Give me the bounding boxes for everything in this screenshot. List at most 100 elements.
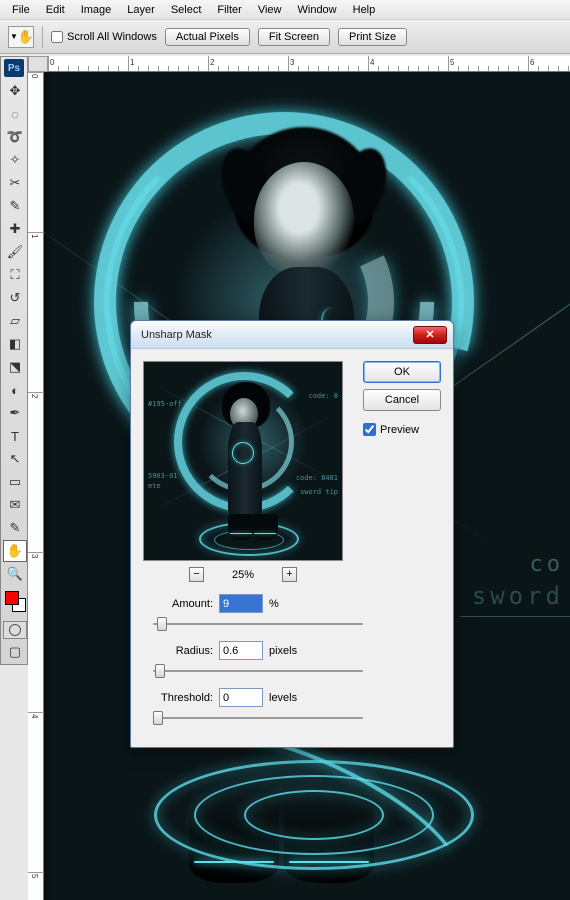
ok-button[interactable]: OK	[363, 361, 441, 383]
figure-boot	[228, 514, 254, 540]
filter-controls: Amount: % Radius: pixels Threshold: lev	[143, 594, 353, 727]
history-brush-tool[interactable]: ↺	[3, 287, 27, 309]
lasso-tool[interactable]: ➰	[3, 126, 27, 148]
threshold-input[interactable]	[219, 688, 263, 707]
menu-view[interactable]: View	[250, 2, 290, 18]
ruler-vertical[interactable]: 012345	[28, 72, 44, 900]
eyedropper2-tool[interactable]: ✎	[3, 517, 27, 539]
menu-filter[interactable]: Filter	[209, 2, 249, 18]
figure-body	[228, 422, 262, 517]
actual-pixels-button[interactable]: Actual Pixels	[165, 28, 250, 46]
chevron-down-icon: ▼	[10, 32, 18, 41]
amount-input[interactable]	[219, 594, 263, 613]
figure-head	[254, 162, 354, 277]
foreground-color-swatch[interactable]	[5, 591, 19, 605]
fit-screen-button[interactable]: Fit Screen	[258, 28, 330, 46]
dialog-buttons: OK Cancel Preview	[363, 361, 441, 436]
screen-mode-button[interactable]: ▢	[3, 641, 27, 663]
canvas-text-sword: sword	[472, 582, 564, 610]
menu-help[interactable]: Help	[345, 2, 384, 18]
callout-label: #195-off	[148, 400, 182, 408]
clone-stamp-tool[interactable]: ⛶	[3, 264, 27, 286]
amount-unit: %	[269, 598, 279, 610]
pen-tool[interactable]: ✒	[3, 402, 27, 424]
zoom-tool[interactable]: 🔍	[3, 563, 27, 585]
amount-label: Amount:	[143, 598, 219, 610]
dialog-titlebar[interactable]: Unsharp Mask ✕	[131, 321, 453, 349]
close-button[interactable]: ✕	[413, 326, 447, 344]
ps-logo-icon[interactable]: Ps	[4, 59, 24, 77]
print-size-button[interactable]: Print Size	[338, 28, 407, 46]
menu-edit[interactable]: Edit	[38, 2, 73, 18]
quick-mask-toggle[interactable]	[3, 621, 27, 639]
scroll-all-windows-checkbox[interactable]: Scroll All Windows	[51, 31, 157, 43]
platform-rings	[154, 760, 474, 870]
zoom-level: 25%	[226, 569, 260, 581]
crop-tool[interactable]: ✂	[3, 172, 27, 194]
healing-brush-tool[interactable]: ✚	[3, 218, 27, 240]
preview-checkbox-input[interactable]	[363, 423, 376, 436]
canvas-text-underline	[460, 616, 570, 617]
hand-tool-icon[interactable]: ▼	[8, 26, 34, 48]
close-icon: ✕	[425, 328, 434, 341]
threshold-row: Threshold: levels	[143, 688, 353, 707]
zoom-controls: − 25% +	[143, 567, 343, 582]
menu-image[interactable]: Image	[73, 2, 120, 18]
divider	[42, 26, 43, 48]
gradient-tool[interactable]: ◧	[3, 333, 27, 355]
threshold-slider[interactable]	[153, 709, 363, 727]
amount-row: Amount: %	[143, 594, 353, 613]
preview-thumbnail[interactable]: #195-off 5903-01 ete code: 8 code: 8481 …	[143, 361, 343, 561]
brush-tool[interactable]: 🖌	[3, 241, 27, 263]
dialog-body: #195-off 5903-01 ete code: 8 code: 8481 …	[131, 349, 453, 747]
color-swatches[interactable]	[3, 589, 25, 617]
radius-row: Radius: pixels	[143, 641, 353, 660]
slider-thumb[interactable]	[155, 664, 165, 678]
path-select-tool[interactable]: ↖	[3, 448, 27, 470]
cancel-button[interactable]: Cancel	[363, 389, 441, 411]
eraser-tool[interactable]: ▱	[3, 310, 27, 332]
menu-bar: File Edit Image Layer Select Filter View…	[0, 0, 570, 20]
zoom-out-button[interactable]: −	[189, 567, 204, 582]
hand-tool[interactable]: ✋	[3, 540, 27, 562]
threshold-unit: levels	[269, 692, 297, 704]
blur-tool[interactable]: ⬔	[3, 356, 27, 378]
eyedropper-tool[interactable]: ✎	[3, 195, 27, 217]
ruler-origin[interactable]	[28, 56, 48, 72]
menu-layer[interactable]: Layer	[119, 2, 163, 18]
move-tool[interactable]: ✥	[3, 80, 27, 102]
callout-label: code: 8481	[296, 474, 338, 482]
scroll-all-label: Scroll All Windows	[67, 31, 157, 43]
notes-tool[interactable]: ✉	[3, 494, 27, 516]
zoom-in-button[interactable]: +	[282, 567, 297, 582]
type-tool[interactable]: T	[3, 425, 27, 447]
slider-track	[153, 670, 363, 672]
dodge-tool[interactable]: ◐	[3, 379, 27, 401]
slider-thumb[interactable]	[157, 617, 167, 631]
options-bar: ▼ Scroll All Windows Actual Pixels Fit S…	[0, 20, 570, 54]
callout-label: sword tip	[300, 488, 338, 496]
canvas-text-co: co	[530, 552, 565, 577]
magic-wand-tool[interactable]: ✧	[3, 149, 27, 171]
menu-window[interactable]: Window	[290, 2, 345, 18]
radius-unit: pixels	[269, 645, 297, 657]
amount-slider[interactable]	[153, 615, 363, 633]
callout-label: code: 8	[308, 392, 338, 400]
scroll-all-checkbox-input[interactable]	[51, 31, 63, 43]
shape-tool[interactable]: ▭	[3, 471, 27, 493]
canvas-shadow	[44, 72, 54, 900]
marquee-tool[interactable]: ◌	[3, 103, 27, 125]
ruler-horizontal[interactable]: 0123456	[48, 56, 570, 72]
preview-label: Preview	[380, 424, 419, 436]
unsharp-mask-dialog: Unsharp Mask ✕ #195-off 5903-01 ete code…	[130, 320, 454, 748]
suit-glow-ring	[232, 442, 254, 464]
callout-label: 5903-01	[148, 472, 178, 480]
figure-boot	[252, 514, 278, 540]
radius-slider[interactable]	[153, 662, 363, 680]
preview-checkbox[interactable]: Preview	[363, 423, 441, 436]
tools-panel: Ps ✥◌➰✧✂✎✚🖌⛶↺▱◧⬔◐✒T↖▭✉✎✋🔍 ▢	[0, 56, 28, 665]
slider-thumb[interactable]	[153, 711, 163, 725]
menu-select[interactable]: Select	[163, 2, 210, 18]
menu-file[interactable]: File	[4, 2, 38, 18]
radius-input[interactable]	[219, 641, 263, 660]
